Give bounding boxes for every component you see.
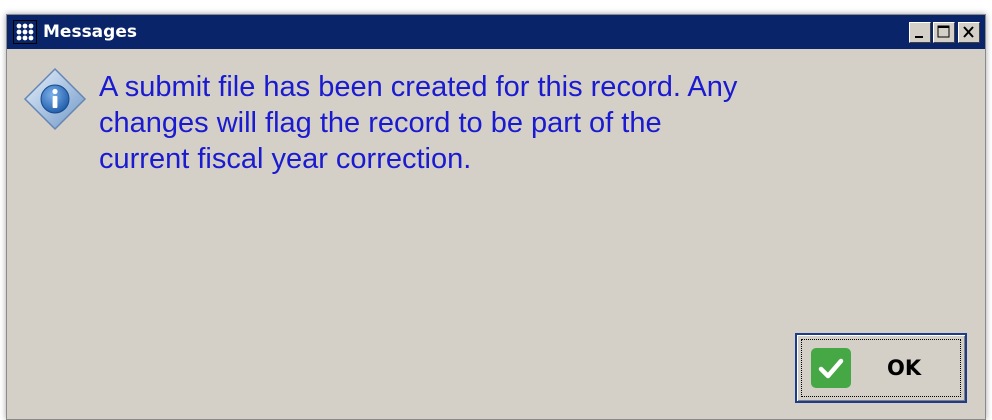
minimize-icon bbox=[915, 36, 923, 38]
ok-button[interactable]: OK bbox=[795, 333, 967, 403]
checkmark-icon bbox=[811, 348, 851, 388]
app-grid-icon bbox=[13, 20, 37, 44]
close-icon bbox=[963, 26, 974, 38]
maximize-button[interactable] bbox=[933, 22, 955, 43]
window-title: Messages bbox=[43, 22, 137, 42]
close-button[interactable] bbox=[958, 22, 980, 43]
maximize-icon bbox=[937, 25, 950, 38]
info-icon bbox=[23, 67, 87, 131]
messages-dialog: Messages A submit file has been created … bbox=[6, 14, 986, 420]
title-bar[interactable]: Messages bbox=[7, 15, 985, 49]
message-text: A submit file has been created for this … bbox=[99, 71, 738, 175]
ok-button-label: OK bbox=[887, 356, 922, 380]
minimize-button[interactable] bbox=[909, 22, 931, 43]
